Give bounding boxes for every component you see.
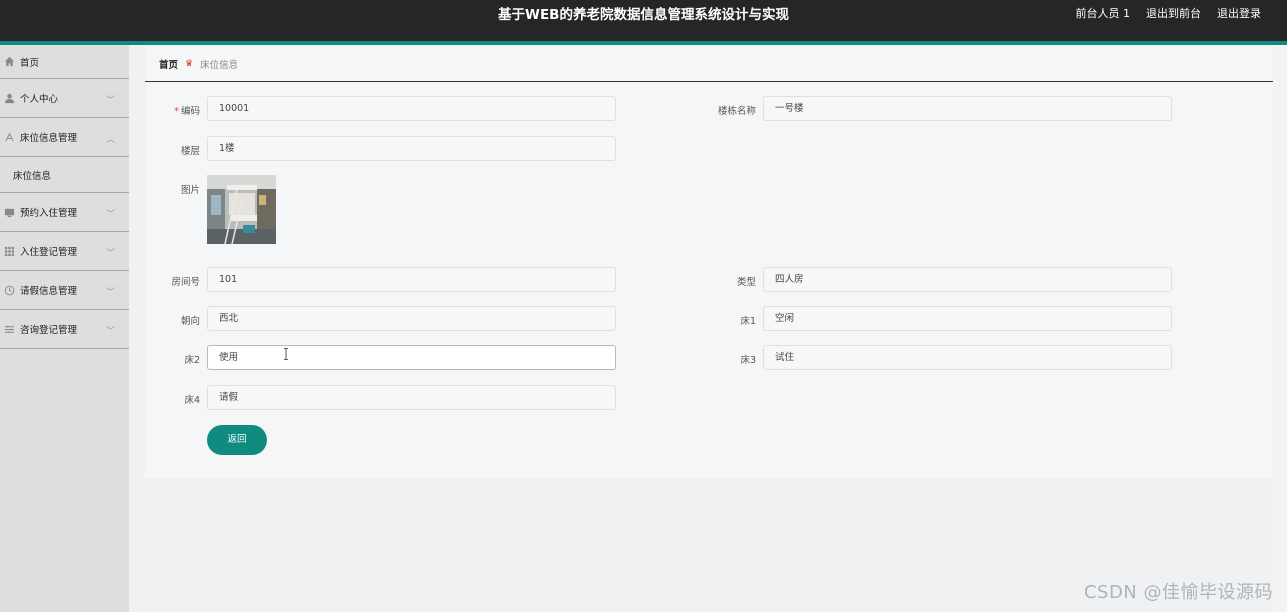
bed2-label: 床2 — [184, 355, 200, 366]
list-icon — [3, 323, 16, 336]
sidebar-item-label: 个人中心 — [20, 94, 59, 105]
floor-label: 楼层 — [180, 146, 200, 157]
bed4-field[interactable]: 请假 — [207, 385, 616, 410]
bed3-label: 床3 — [740, 355, 756, 366]
image-label: 图片 — [180, 185, 200, 196]
bed2-field[interactable]: 使用 — [207, 345, 616, 370]
bed1-field[interactable]: 空闲 — [763, 306, 1172, 331]
sidebar-item-label: 请假信息管理 — [20, 286, 78, 297]
page-scrollbar[interactable] — [1273, 45, 1287, 612]
watermark: CSDN @佳愉毕设源码 — [1083, 582, 1273, 603]
current-user-label[interactable]: 前台人员 1 — [1076, 0, 1131, 30]
orientation-label: 朝向 — [180, 316, 200, 327]
home-icon — [3, 55, 16, 68]
sidebar-item-personal-center[interactable]: 个人中心 ﹀ — [0, 79, 129, 118]
sidebar-subitem-bed-info[interactable]: 床位信息 — [0, 157, 129, 193]
grid-icon — [3, 245, 16, 258]
back-button[interactable]: 返回 — [207, 425, 267, 455]
logout-link[interactable]: 退出登录 — [1217, 0, 1261, 30]
orientation-field[interactable]: 西北 — [207, 306, 616, 331]
breadcrumb-home[interactable]: 首页 — [159, 57, 178, 71]
breadcrumb: 首页 ♛ 床位信息 — [145, 47, 1273, 82]
breadcrumb-separator-icon: ♛ — [185, 59, 194, 69]
sidebar-item-label: 床位信息 — [13, 170, 52, 182]
code-field[interactable]: 10001 — [207, 96, 616, 121]
chevron-down-icon: ﹀ — [105, 288, 115, 298]
sidebar-item-reservation[interactable]: 预约入住管理 ﹀ — [0, 193, 129, 232]
sidebar-item-label: 首页 — [20, 57, 40, 69]
exit-to-front-link[interactable]: 退出到前台 — [1146, 0, 1201, 30]
bed3-field[interactable]: 试住 — [763, 345, 1172, 370]
room-photo-image — [207, 175, 276, 244]
chevron-down-icon: ﹀ — [105, 249, 115, 259]
sidebar-item-home[interactable]: 首页 — [0, 45, 129, 79]
sidebar-item-bed-management[interactable]: 床位信息管理 ︿ — [0, 118, 129, 157]
chevron-up-icon: ︿ — [105, 135, 115, 145]
room-field[interactable]: 101 — [207, 267, 616, 292]
building-field[interactable]: 一号楼 — [763, 96, 1172, 121]
bed1-label: 床1 — [740, 316, 756, 327]
type-label: 类型 — [736, 277, 756, 288]
sidebar: 首页 个人中心 ﹀ 床位信息管理 ︿ 床位信息 预约入住管理 ﹀ 入住登记管理 … — [0, 45, 129, 612]
sidebar-item-label: 床位信息管理 — [20, 133, 78, 144]
text-cursor-icon — [284, 348, 288, 360]
chevron-down-icon: ﹀ — [105, 327, 115, 337]
sidebar-item-label: 入住登记管理 — [20, 247, 78, 258]
bed-icon — [3, 131, 16, 144]
code-label: * 编码 — [174, 106, 200, 117]
floor-field[interactable]: 1楼 — [207, 136, 616, 161]
header-links: 前台人员 1 退出到前台 退出登录 — [1076, 0, 1262, 30]
chevron-down-icon: ﹀ — [105, 96, 115, 106]
accent-bar — [0, 41, 1287, 45]
sidebar-item-label: 预约入住管理 — [20, 208, 78, 219]
breadcrumb-current: 床位信息 — [200, 60, 239, 71]
sidebar-item-leave[interactable]: 请假信息管理 ﹀ — [0, 271, 129, 310]
sidebar-item-label: 咨询登记管理 — [20, 325, 78, 336]
room-label: 房间号 — [171, 277, 200, 288]
type-field[interactable]: 四人房 — [763, 267, 1172, 292]
required-marker: * — [174, 106, 179, 117]
sidebar-item-checkin[interactable]: 入住登记管理 ﹀ — [0, 232, 129, 271]
chevron-down-icon: ﹀ — [105, 210, 115, 220]
monitor-icon — [3, 206, 16, 219]
sidebar-item-consultation[interactable]: 咨询登记管理 ﹀ — [0, 310, 129, 349]
clock-icon — [3, 284, 16, 297]
building-label: 楼栋名称 — [717, 106, 756, 117]
bed4-label: 床4 — [184, 395, 200, 406]
user-icon — [3, 92, 16, 105]
top-header: 基于WEB的养老院数据信息管理系统设计与实现 前台人员 1 退出到前台 退出登录 — [0, 0, 1287, 41]
room-photo[interactable] — [207, 175, 276, 244]
